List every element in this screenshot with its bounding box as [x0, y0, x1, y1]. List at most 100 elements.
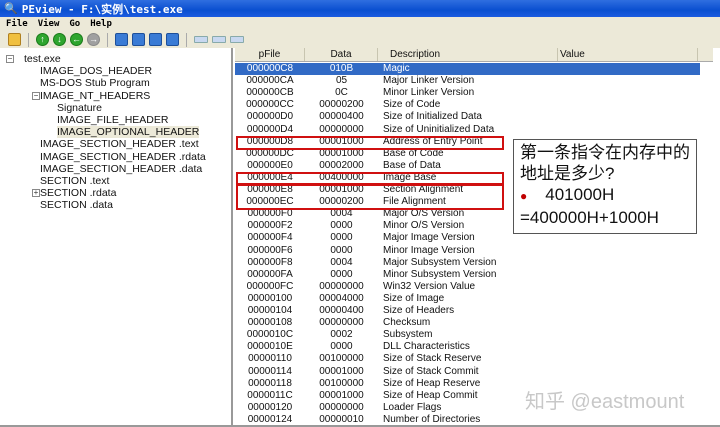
- cell-pfile: 000000FA: [235, 269, 305, 281]
- toolbar: ↑ ↓ ← →: [0, 31, 720, 48]
- cell-description: Size of Stack Commit: [378, 366, 558, 378]
- table-row[interactable]: 0000011400001000Size of Stack Commit: [235, 366, 700, 378]
- cell-data: 0004: [305, 257, 378, 269]
- collapse-icon[interactable]: −: [32, 92, 40, 100]
- cell-data: 00000000: [305, 124, 378, 136]
- cell-data: 00002000: [305, 160, 378, 172]
- cell-pfile: 000000F4: [235, 232, 305, 244]
- cell-pfile: 000000C8: [235, 63, 305, 75]
- table-row[interactable]: 000000FA0000Minor Subsystem Version: [235, 269, 700, 281]
- tree-item[interactable]: IMAGE_SECTION_HEADER .text: [40, 138, 199, 150]
- tree-item[interactable]: SECTION .rdata: [40, 187, 116, 199]
- tree-item[interactable]: test.exe: [24, 53, 61, 65]
- table-row[interactable]: 000000CC00000200Size of Code: [235, 99, 700, 111]
- table-row[interactable]: 0000010E0000DLL Characteristics: [235, 341, 700, 353]
- table-row[interactable]: 000000F40000Major Image Version: [235, 232, 700, 244]
- table-row[interactable]: 000000F80004Major Subsystem Version: [235, 257, 700, 269]
- cell-description: Subsystem: [378, 329, 558, 341]
- view-mail-icon[interactable]: [132, 33, 145, 46]
- table-row[interactable]: 0000010000004000Size of Image: [235, 293, 700, 305]
- cell-data: 00100000: [305, 378, 378, 390]
- view-download-icon[interactable]: [115, 33, 128, 46]
- cell-pfile: 000000D0: [235, 111, 305, 123]
- view-hex-icon[interactable]: [194, 36, 208, 43]
- table-row[interactable]: 0000010800000000Checksum: [235, 317, 700, 329]
- menu-go[interactable]: Go: [69, 19, 80, 29]
- note-formula: =400000H+1000H: [520, 207, 690, 228]
- view-word-icon[interactable]: [230, 36, 244, 43]
- cell-description: Size of Code: [378, 99, 558, 111]
- table-row[interactable]: 000000D400000000Size of Uninitialized Da…: [235, 124, 700, 136]
- tree-item[interactable]: IMAGE_SECTION_HEADER .rdata: [40, 151, 206, 163]
- note-question: 第一条指令在内存中的地址是多少?: [520, 142, 690, 184]
- cell-data: 0000: [305, 341, 378, 353]
- table-row[interactable]: 000000F60000Minor Image Version: [235, 245, 700, 257]
- app-search-icon: 🔍: [4, 2, 18, 15]
- cell-description: Size of Headers: [378, 305, 558, 317]
- highlight-entry-point: [236, 136, 504, 150]
- table-row[interactable]: 000000D000000400Size of Initialized Data: [235, 111, 700, 123]
- cell-description: Checksum: [378, 317, 558, 329]
- column-value[interactable]: Value: [558, 48, 698, 61]
- cell-pfile: 000000F2: [235, 220, 305, 232]
- cell-data: 00000000: [305, 281, 378, 293]
- cell-pfile: 000000CA: [235, 75, 305, 87]
- cell-data: 00000000: [305, 317, 378, 329]
- cell-pfile: 00000104: [235, 305, 305, 317]
- table-row[interactable]: 000000C8010BMagic: [235, 63, 700, 75]
- tree-item[interactable]: IMAGE_SECTION_HEADER .data: [40, 163, 202, 175]
- tree-item[interactable]: IMAGE_DOS_HEADER: [40, 65, 152, 77]
- arrow-back-icon[interactable]: ←: [70, 33, 83, 46]
- menu-help[interactable]: Help: [90, 19, 112, 29]
- cell-description: DLL Characteristics: [378, 341, 558, 353]
- arrow-down-icon[interactable]: ↓: [53, 33, 66, 46]
- table-row[interactable]: 0000011000100000Size of Stack Reserve: [235, 353, 700, 365]
- table-row[interactable]: 000000CA05Major Linker Version: [235, 75, 700, 87]
- menu-view[interactable]: View: [38, 19, 60, 29]
- cell-pfile: 000000D4: [235, 124, 305, 136]
- column-data[interactable]: Data: [305, 48, 378, 61]
- tree-item[interactable]: IMAGE_NT_HEADERS: [40, 90, 150, 102]
- cell-description: Major Subsystem Version: [378, 257, 558, 269]
- expand-icon[interactable]: +: [32, 189, 40, 197]
- arrow-up-icon[interactable]: ↑: [36, 33, 49, 46]
- column-pfile[interactable]: pFile: [235, 48, 305, 61]
- cell-data: 00000000: [305, 402, 378, 414]
- watermark: 知乎 @eastmount: [525, 385, 684, 414]
- tree-item[interactable]: SECTION .text: [40, 175, 109, 187]
- tree-item[interactable]: Signature: [57, 102, 102, 114]
- list-header: pFile Data Description Value: [235, 48, 713, 62]
- cell-pfile: 00000100: [235, 293, 305, 305]
- arrow-forward-icon[interactable]: →: [87, 33, 100, 46]
- view-export-icon[interactable]: [166, 33, 179, 46]
- open-folder-icon[interactable]: [8, 33, 21, 46]
- tree-item[interactable]: IMAGE_OPTIONAL_HEADER: [57, 126, 199, 138]
- cell-description: Win32 Version Value: [378, 281, 558, 293]
- view-byte-icon[interactable]: [212, 36, 226, 43]
- cell-data: 00100000: [305, 353, 378, 365]
- cell-description: Major Image Version: [378, 232, 558, 244]
- cell-description: Magic: [378, 63, 558, 75]
- cell-pfile: 0000011C: [235, 390, 305, 402]
- cell-description: Major Linker Version: [378, 75, 558, 87]
- cell-pfile: 00000110: [235, 353, 305, 365]
- table-row[interactable]: 0000010400000400Size of Headers: [235, 305, 700, 317]
- tree-item[interactable]: MS-DOS Stub Program: [40, 77, 150, 89]
- menu-file[interactable]: File: [6, 19, 28, 29]
- cell-description: Size of Image: [378, 293, 558, 305]
- table-row[interactable]: 0000010C0002Subsystem: [235, 329, 700, 341]
- note-answer: 401000H: [545, 185, 614, 204]
- collapse-icon[interactable]: −: [6, 55, 14, 63]
- table-row[interactable]: 000000FC00000000Win32 Version Value: [235, 281, 700, 293]
- cell-pfile: 00000108: [235, 317, 305, 329]
- cell-data: 05: [305, 75, 378, 87]
- tree-item[interactable]: SECTION .data: [40, 199, 113, 211]
- table-row[interactable]: 000000CB0CMinor Linker Version: [235, 87, 700, 99]
- cell-data: 0002: [305, 329, 378, 341]
- cell-data: 010B: [305, 63, 378, 75]
- column-description[interactable]: Description: [378, 48, 558, 61]
- view-import-icon[interactable]: [149, 33, 162, 46]
- bullet-icon: ●: [520, 189, 527, 203]
- cell-pfile: 000000F6: [235, 245, 305, 257]
- tree-item[interactable]: IMAGE_FILE_HEADER: [57, 114, 168, 126]
